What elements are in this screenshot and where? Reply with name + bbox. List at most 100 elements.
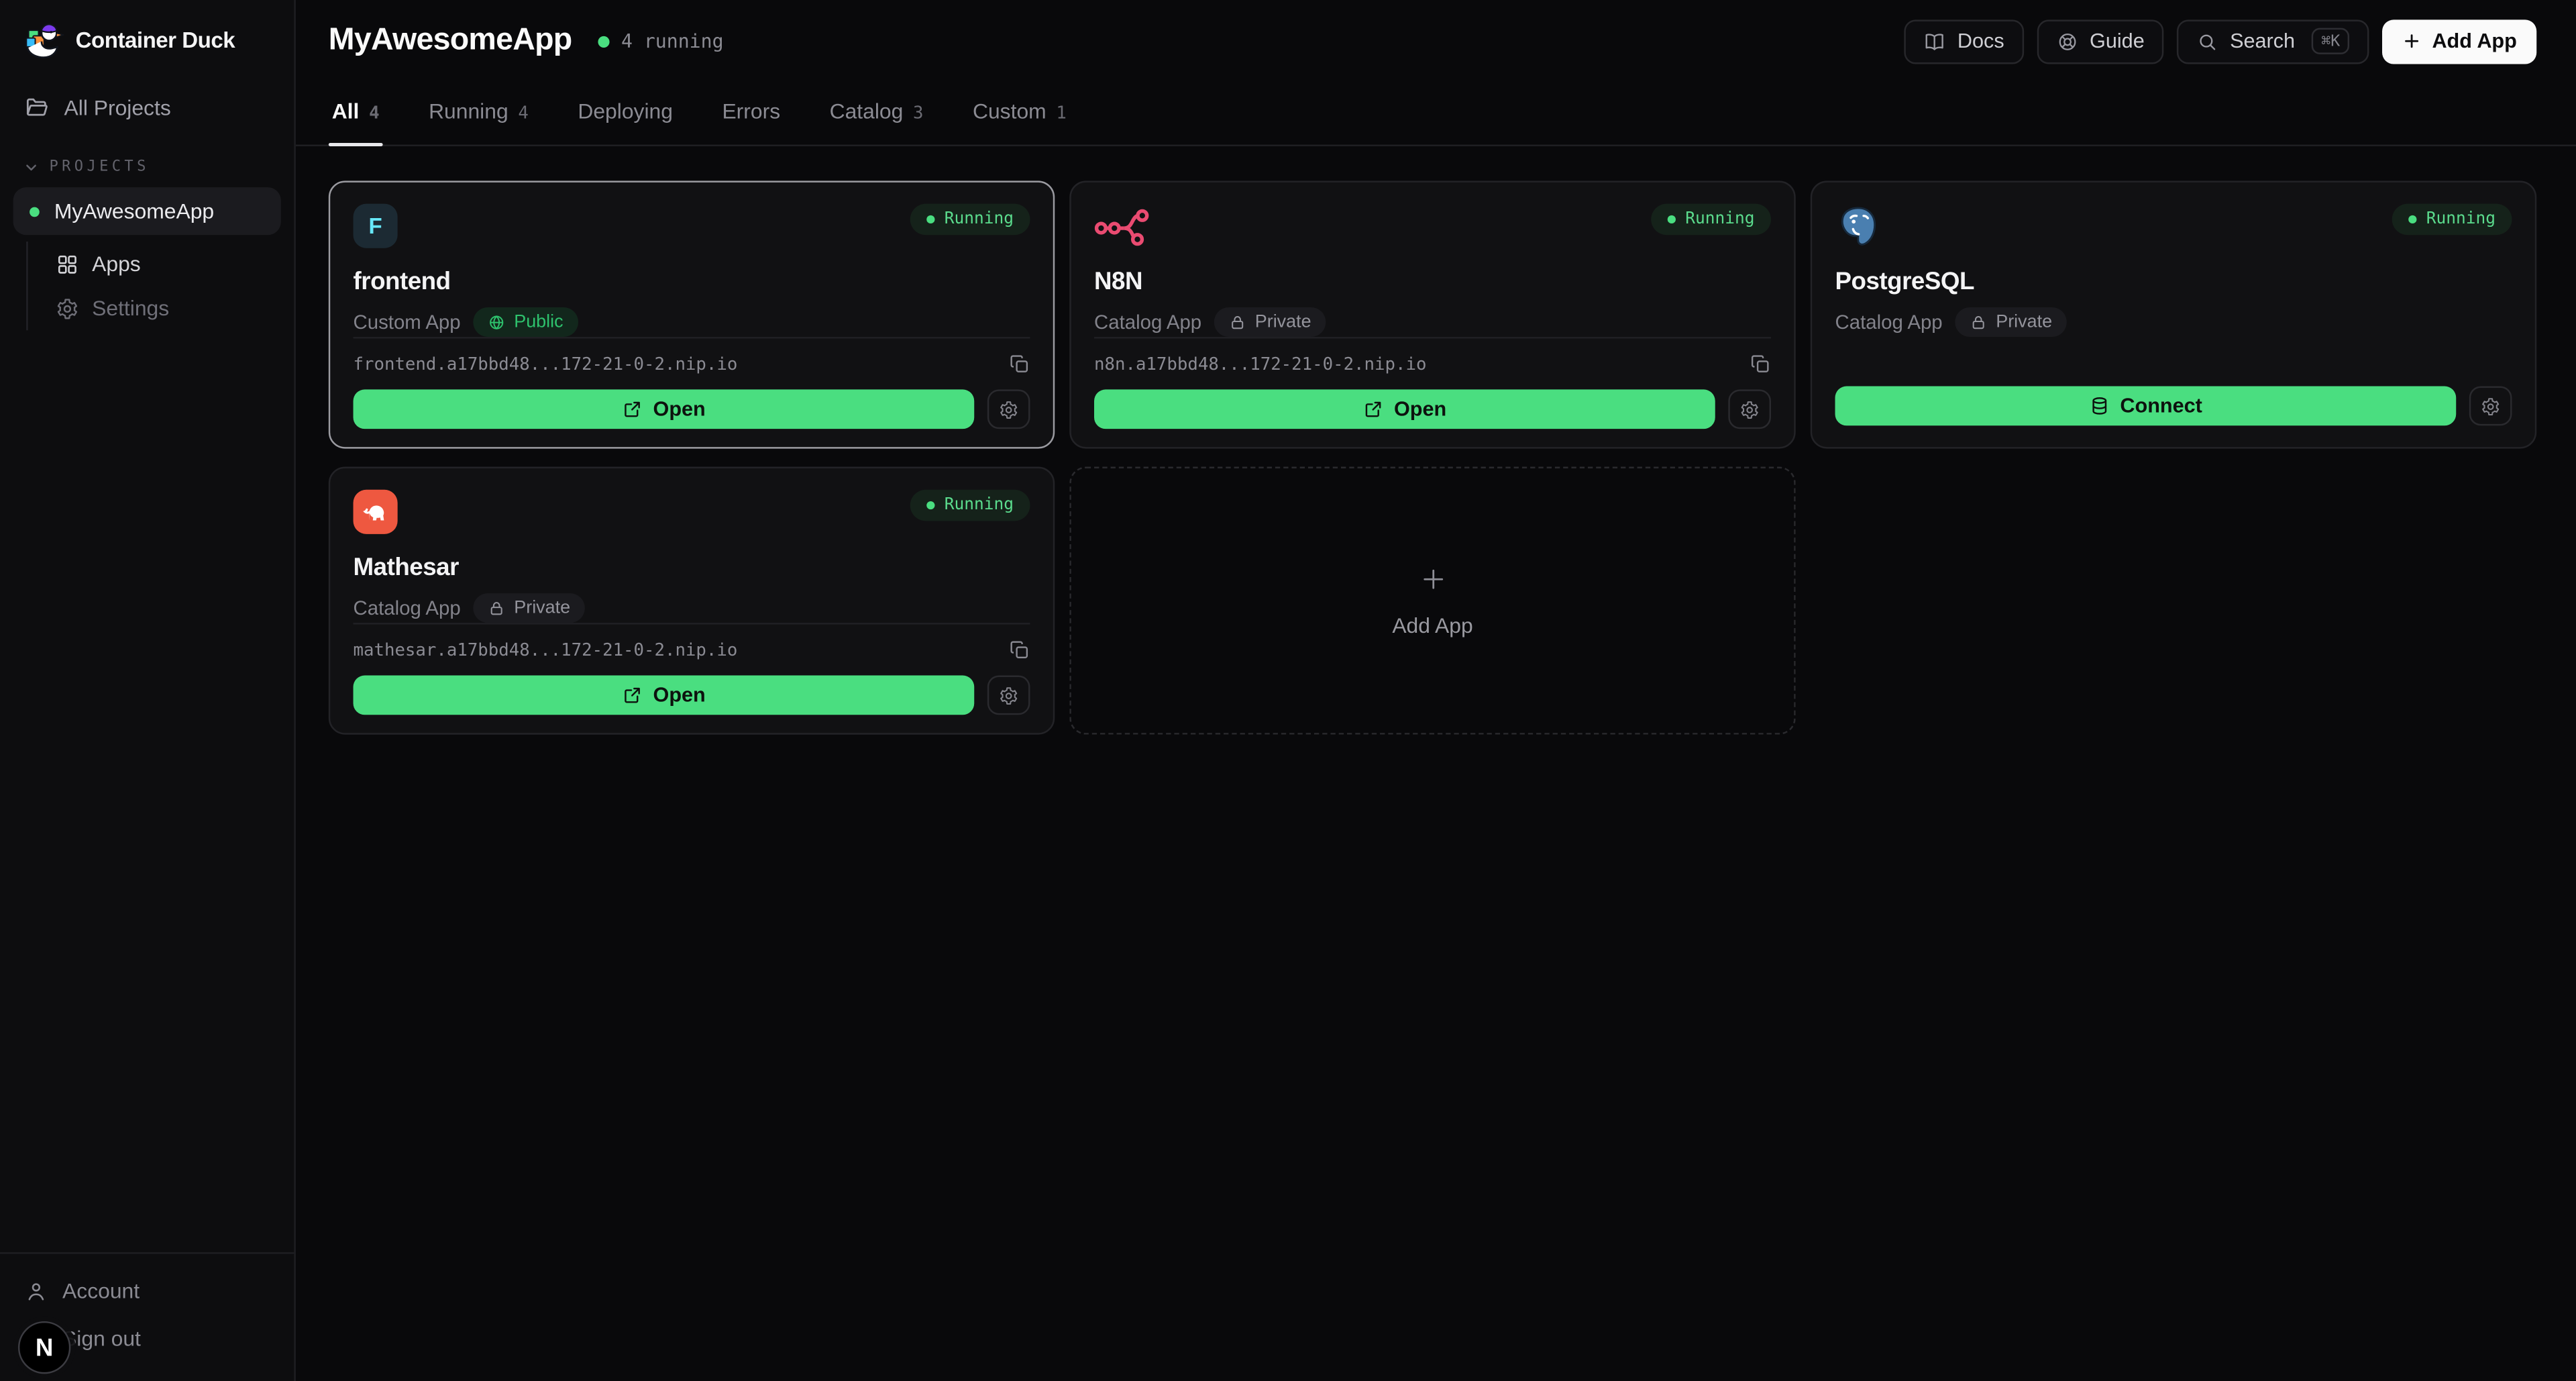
app-card-mathesar[interactable]: Running Mathesar Catalog App Private — [329, 467, 1055, 735]
app-url: frontend.a17bbd48...172-21-0-2.nip.io — [354, 354, 738, 374]
open-button-label: Open — [653, 684, 706, 707]
running-status-dot-icon — [598, 36, 610, 47]
sidebar-item-apps[interactable]: Apps — [28, 242, 281, 286]
app-type-label: Catalog App — [1094, 311, 1201, 334]
lock-icon — [1970, 313, 1988, 331]
app-settings-button[interactable] — [987, 389, 1030, 429]
postgresql-app-icon — [1835, 204, 1882, 248]
visibility-badge: Private — [474, 593, 585, 623]
app-settings-button[interactable] — [1728, 389, 1771, 429]
app-name: PostgreSQL — [1835, 268, 2512, 296]
copy-url-button[interactable] — [1009, 640, 1030, 661]
dev-badge-letter: N — [36, 1333, 54, 1362]
status-badge: Running — [910, 204, 1030, 236]
open-app-button[interactable]: Open — [354, 676, 975, 715]
sidebar-item-label: Settings — [92, 296, 169, 321]
app-name: Mathesar — [354, 554, 1030, 582]
guide-button-label: Guide — [2090, 30, 2145, 52]
tab-label: Errors — [722, 99, 780, 123]
divider — [354, 337, 1030, 338]
chevron-down-icon — [23, 160, 39, 176]
app-url: mathesar.a17bbd48...172-21-0-2.nip.io — [354, 640, 738, 660]
copy-url-button[interactable] — [1750, 354, 1771, 375]
add-app-button[interactable]: Add App — [2383, 19, 2536, 63]
lock-icon — [1230, 313, 1247, 331]
sidebar: Container Duck All Projects PROJECTS MyA… — [0, 0, 296, 1381]
copy-url-button[interactable] — [1009, 354, 1030, 375]
tab-running[interactable]: Running 4 — [425, 82, 532, 144]
projects-section-header[interactable]: PROJECTS — [23, 160, 271, 176]
globe-icon — [488, 313, 506, 331]
nextjs-dev-badge[interactable]: N — [18, 1321, 70, 1374]
connect-database-button[interactable]: Connect — [1835, 387, 2457, 426]
visibility-label: Private — [1996, 312, 2052, 331]
apps-grid-icon — [56, 252, 78, 275]
header-actions: Docs Guide Search ⌘K — [1905, 19, 2537, 63]
sidebar-item-label: Account — [62, 1278, 140, 1303]
elephant-icon — [360, 497, 391, 528]
url-row: mathesar.a17bbd48...172-21-0-2.nip.io — [354, 640, 1030, 661]
frontend-icon-letter: F — [368, 213, 382, 238]
user-icon — [25, 1280, 48, 1302]
tab-label: Custom — [973, 99, 1046, 123]
tab-all[interactable]: All 4 — [329, 82, 383, 144]
filter-tabs: All 4 Running 4 Deploying Errors Catalog… — [296, 82, 2576, 146]
running-status-label: 4 running — [621, 30, 724, 52]
card-actions: Open — [354, 389, 1030, 429]
app-card-n8n[interactable]: Running N8N Catalog App Private — [1069, 181, 1795, 448]
visibility-label: Private — [514, 598, 570, 617]
cards-area: F Running frontend Custom App — [296, 146, 2576, 735]
sidebar-item-account[interactable]: Account — [0, 1267, 294, 1315]
tab-errors[interactable]: Errors — [719, 82, 784, 144]
search-button-label: Search — [2230, 30, 2295, 52]
tab-deploying[interactable]: Deploying — [574, 82, 676, 144]
gear-icon — [2481, 395, 2500, 417]
brand-logo-row: Container Duck — [0, 0, 294, 79]
open-app-button[interactable]: Open — [1094, 389, 1715, 429]
sidebar-item-all-projects[interactable]: All Projects — [13, 85, 281, 130]
sidebar-item-label: Sign out — [62, 1326, 141, 1351]
sidebar-item-label: Apps — [92, 252, 141, 276]
tab-catalog[interactable]: Catalog 3 — [826, 82, 927, 144]
gear-icon — [999, 399, 1018, 420]
app-type-label: Catalog App — [354, 597, 461, 619]
lifebuoy-icon — [2057, 30, 2078, 52]
tab-custom[interactable]: Custom 1 — [969, 82, 1070, 144]
card-bottom: Connect — [1835, 387, 2512, 426]
card-actions: Open — [354, 676, 1030, 715]
database-icon — [2089, 396, 2108, 415]
project-name-label: MyAwesomeApp — [54, 199, 214, 223]
search-button[interactable]: Search ⌘K — [2178, 19, 2370, 63]
sidebar-item-settings[interactable]: Settings — [28, 286, 281, 330]
running-status: 4 running — [598, 30, 724, 52]
docs-button-label: Docs — [1957, 30, 2004, 52]
card-meta: Catalog App Private — [354, 593, 1030, 623]
page-header: MyAwesomeApp 4 running Docs Guid — [296, 0, 2576, 82]
main-area: MyAwesomeApp 4 running Docs Guid — [296, 0, 2576, 1381]
copy-icon — [1009, 640, 1030, 661]
guide-button[interactable]: Guide — [2037, 19, 2164, 63]
app-settings-button[interactable] — [987, 676, 1030, 715]
tab-label: All — [332, 99, 360, 123]
card-head: Running — [1094, 204, 1771, 248]
copy-icon — [1009, 354, 1030, 375]
sidebar-item-label: All Projects — [64, 95, 171, 120]
search-shortcut-badge: ⌘K — [2312, 28, 2350, 54]
app-settings-button[interactable] — [2469, 387, 2512, 426]
external-link-icon — [1362, 399, 1382, 419]
app-card-frontend[interactable]: F Running frontend Custom App — [329, 181, 1055, 448]
tab-label: Deploying — [578, 99, 673, 123]
app-card-postgresql[interactable]: Running PostgreSQL Catalog App Private — [1811, 181, 2536, 448]
add-app-placeholder[interactable]: Add App — [1069, 467, 1795, 735]
brand-name: Container Duck — [76, 28, 235, 53]
card-actions: Open — [1094, 389, 1771, 429]
sidebar-project-myawesomeapp[interactable]: MyAwesomeApp — [13, 187, 281, 235]
project-children: Apps Settings — [26, 242, 281, 330]
card-meta: Catalog App Private — [1835, 307, 2512, 337]
status-dot-icon — [1667, 215, 1675, 223]
projects-section-label: PROJECTS — [49, 160, 149, 176]
open-app-button[interactable]: Open — [354, 389, 975, 429]
docs-button[interactable]: Docs — [1905, 19, 2025, 63]
page-title: MyAwesomeApp — [329, 23, 572, 59]
project-status-dot-icon — [30, 206, 40, 216]
